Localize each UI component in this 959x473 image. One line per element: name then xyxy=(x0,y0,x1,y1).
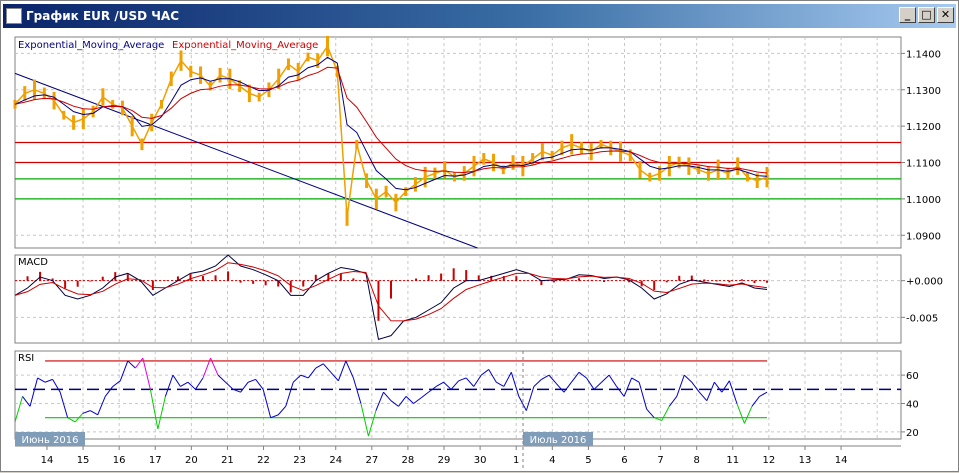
month-label: Июнь 2016 xyxy=(22,435,79,446)
x-tick-label: 27 xyxy=(365,455,378,466)
y-tick-label: 60 xyxy=(906,371,919,382)
x-tick-label: 14 xyxy=(835,455,848,466)
x-tick-label: 20 xyxy=(185,455,198,466)
y-tick-label: 1.1000 xyxy=(906,195,941,206)
x-tick-label: 22 xyxy=(257,455,270,466)
y-tick-label: -0.005 xyxy=(906,313,938,324)
x-tick-label: 28 xyxy=(402,455,415,466)
chart-area[interactable]: Exponential_Moving_Average Exponential_M… xyxy=(1,1,959,473)
macd-label: MACD xyxy=(18,257,48,268)
x-tick-label: 23 xyxy=(293,455,306,466)
x-tick-label: 16 xyxy=(113,455,126,466)
legend-ema-2: Exponential_Moving_Average xyxy=(172,40,318,51)
y-tick-label: 1.1100 xyxy=(906,159,941,170)
y-tick-label: 1.1400 xyxy=(906,49,941,60)
x-tick-label: 21 xyxy=(221,455,234,466)
y-tick-label: 40 xyxy=(906,400,919,411)
panel-frame-1 xyxy=(14,254,902,344)
x-tick-label: 24 xyxy=(329,455,342,466)
x-tick-label: 12 xyxy=(763,455,776,466)
x-tick-label: 8 xyxy=(694,455,700,466)
y-tick-label: 1.1300 xyxy=(906,86,941,97)
x-tick-label: 15 xyxy=(77,455,90,466)
x-tick-label: 30 xyxy=(474,455,487,466)
rsi-label: RSI xyxy=(18,353,34,364)
chart-window: График EUR /USD ЧАС _ □ ✕ Exponential_Mo… xyxy=(0,0,959,472)
x-tick-label: 7 xyxy=(657,455,663,466)
y-tick-label: 1.1200 xyxy=(906,122,941,133)
x-tick-label: 11 xyxy=(726,455,739,466)
x-tick-label: 5 xyxy=(585,455,591,466)
y-tick-label: 20 xyxy=(906,428,919,439)
x-tick-label: 17 xyxy=(149,455,162,466)
y-tick-label: 1.0900 xyxy=(906,231,941,242)
month-label: Июль 2016 xyxy=(530,435,587,446)
x-tick-label: 29 xyxy=(438,455,451,466)
x-tick-label: 14 xyxy=(41,455,54,466)
panel-frame-2 xyxy=(14,350,902,440)
x-tick-label: 1 xyxy=(513,455,519,466)
y-tick-label: +0.000 xyxy=(906,277,943,288)
x-tick-label: 13 xyxy=(799,455,812,466)
x-tick-label: 6 xyxy=(621,455,627,466)
legend-ema-1: Exponential_Moving_Average xyxy=(18,40,164,51)
x-tick-label: 4 xyxy=(549,455,555,466)
